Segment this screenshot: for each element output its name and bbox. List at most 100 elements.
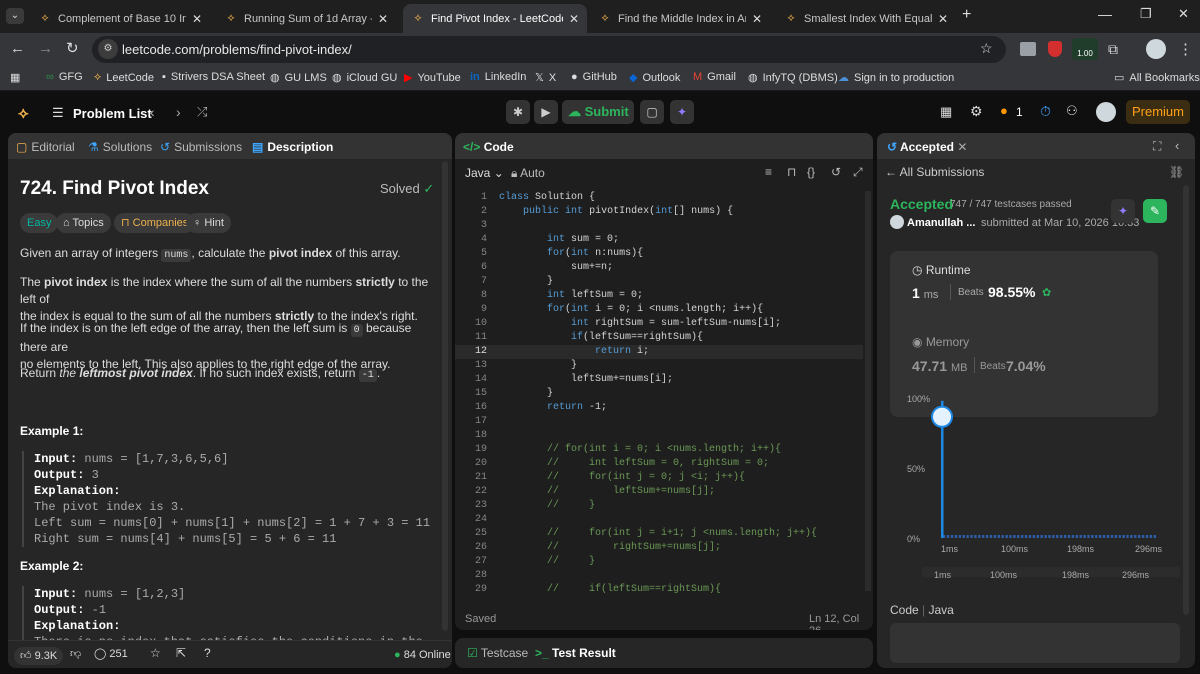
code-line[interactable]: 4 int sum = 0; bbox=[455, 233, 863, 247]
auto-mode[interactable]: 🔒︎ Auto bbox=[511, 166, 545, 181]
submitted-code-preview[interactable] bbox=[890, 623, 1180, 663]
braces-icon[interactable]: {} bbox=[807, 165, 815, 179]
collapse-icon[interactable]: ‹ bbox=[1175, 138, 1179, 153]
tab-submissions[interactable]: ↺ Submissions bbox=[160, 140, 242, 154]
settings-gear-icon[interactable]: ⚙ bbox=[970, 103, 983, 120]
code-line[interactable]: 23 // } bbox=[455, 499, 863, 513]
all-submissions-link[interactable]: ← All Submissions bbox=[885, 165, 984, 179]
next-problem-icon[interactable]: › bbox=[176, 104, 181, 120]
tab-solutions[interactable]: ⚗ Solutions bbox=[88, 140, 152, 154]
bookmark-leetcode[interactable]: ⟡ LeetCode bbox=[94, 71, 154, 84]
code-line[interactable]: 28 bbox=[455, 569, 863, 583]
companies-tag[interactable]: ⊓ Companies bbox=[114, 213, 196, 233]
code-line[interactable]: 8 int leftSum = 0; bbox=[455, 289, 863, 303]
code-line[interactable]: 3 bbox=[455, 219, 863, 233]
bookmark-gfg[interactable]: ∞ GFG bbox=[46, 71, 83, 83]
restore-icon[interactable]: ❐ bbox=[1140, 6, 1152, 22]
browser-tab[interactable]: ⟡ Complement of Base 10 Intege ✕ bbox=[30, 4, 210, 33]
minimize-icon[interactable]: — bbox=[1098, 6, 1112, 22]
menu-kebab-icon[interactable]: ⋮ bbox=[1178, 40, 1193, 58]
bookmark-infytq[interactable]: ◍ InfyTQ (DBMS) bbox=[748, 71, 838, 85]
address-bar[interactable]: ⚙ leetcode.com/problems/find-pivot-index… bbox=[92, 36, 1006, 63]
link-icon[interactable]: ⛓ bbox=[1169, 165, 1184, 179]
problem-list-link[interactable]: Problem List bbox=[73, 106, 152, 121]
format-icon[interactable]: ≡ bbox=[765, 165, 772, 179]
run-icon[interactable]: ▶ bbox=[534, 100, 558, 124]
code-line[interactable]: 20 // int leftSum = 0, rightSum = 0; bbox=[455, 457, 863, 471]
code-line[interactable]: 27 // } bbox=[455, 555, 863, 569]
code-line[interactable]: 19 // for(int i = 0; i <nums.length; i++… bbox=[455, 443, 863, 457]
editor-scrollbar[interactable] bbox=[865, 191, 871, 591]
tab-code[interactable]: </> Code bbox=[463, 140, 514, 154]
code-line[interactable]: 29 // if(leftSum==rightSum){ bbox=[455, 583, 863, 597]
bookmark-strivers[interactable]: ▪ Strivers DSA Sheet bbox=[162, 71, 265, 83]
url-text[interactable]: leetcode.com/problems/find-pivot-index/ bbox=[122, 42, 352, 57]
close-tab-icon[interactable]: ✕ bbox=[378, 12, 388, 26]
hint-tag[interactable]: ♀ Hint bbox=[186, 213, 231, 233]
code-line[interactable]: 25 // for(int j = i+1; j <nums.length; j… bbox=[455, 527, 863, 541]
code-line[interactable]: 15 } bbox=[455, 387, 863, 401]
notes-icon[interactable]: ▢ bbox=[640, 100, 664, 124]
premium-button[interactable]: Premium bbox=[1126, 100, 1190, 124]
streak-flame-icon[interactable]: ● bbox=[1000, 103, 1008, 118]
code-line[interactable]: 5 for(int n:nums){ bbox=[455, 247, 863, 261]
reload-icon[interactable]: ↻ bbox=[66, 39, 79, 57]
memory-label[interactable]: ◉ Memory bbox=[912, 335, 969, 349]
debug-icon[interactable]: ✱ bbox=[506, 100, 530, 124]
bookmark-x[interactable]: 𝕏X bbox=[535, 71, 556, 85]
profile-avatar[interactable] bbox=[1146, 39, 1166, 59]
tab-editorial[interactable]: ▢ Editorial bbox=[16, 140, 75, 154]
extension-icon[interactable] bbox=[1020, 42, 1036, 56]
bookmark-github[interactable]: ● GitHub bbox=[571, 71, 617, 83]
browser-tab-active[interactable]: ⟡ Find Pivot Index - LeetCode ✕ bbox=[403, 4, 587, 33]
code-line[interactable]: 7 } bbox=[455, 275, 863, 289]
browser-tab[interactable]: ⟡ Find the Middle Index in Array ✕ bbox=[590, 4, 770, 33]
bookmark-outlook[interactable]: ◆ Outlook bbox=[629, 71, 680, 85]
code-editor[interactable]: 1 class Solution {2 public int pivotIndex… bbox=[455, 191, 873, 601]
code-line[interactable]: 14 leftSum+=nums[i]; bbox=[455, 373, 863, 387]
code-line[interactable]: 1 class Solution { bbox=[455, 191, 863, 205]
bookmark-gu-lms[interactable]: ◍ GU LMS bbox=[270, 71, 327, 85]
tab-test-result[interactable]: >_ Test Result bbox=[535, 646, 616, 660]
code-line[interactable]: 16 return -1; bbox=[455, 401, 863, 415]
user-avatar[interactable] bbox=[1096, 102, 1116, 122]
close-tab-icon[interactable]: ✕ bbox=[752, 12, 762, 26]
code-line[interactable]: 21 // for(int j = 0; j <i; j++){ bbox=[455, 471, 863, 485]
close-tab-icon[interactable]: ✕ bbox=[957, 140, 967, 154]
description-scrollbar[interactable] bbox=[442, 161, 448, 631]
topics-tag[interactable]: ⌂ Topics bbox=[56, 213, 111, 233]
dislike-icon[interactable]: 👎︎ bbox=[70, 647, 81, 660]
submitter-name[interactable]: Amanullah ... bbox=[907, 217, 975, 229]
new-tab-icon[interactable]: + bbox=[962, 6, 971, 24]
bookmark-sign-in[interactable]: ☁ Sign in to production bbox=[838, 71, 954, 85]
code-line[interactable]: 2 public int pivotIndex(int[] nums) { bbox=[455, 205, 863, 219]
zoom-extension-badge[interactable]: 1.00 bbox=[1072, 38, 1098, 60]
like-button[interactable]: 👍︎ 9.3K bbox=[14, 647, 64, 665]
code-line[interactable]: 9 for(int i = 0; i <nums.length; i++){ bbox=[455, 303, 863, 317]
share-icon[interactable]: ⇱ bbox=[176, 646, 186, 660]
code-line[interactable]: 11 if(leftSum==rightSum){ bbox=[455, 331, 863, 345]
back-icon[interactable]: ← bbox=[10, 40, 25, 57]
add-friend-icon[interactable]: ⚇ bbox=[1066, 103, 1078, 119]
code-line[interactable]: 22 // leftSum+=nums[j]; bbox=[455, 485, 863, 499]
bookmark-icon[interactable]: ⊓ bbox=[787, 165, 796, 179]
code-line[interactable]: 6 sum+=n; bbox=[455, 261, 863, 275]
edit-icon[interactable]: ✎ bbox=[1143, 199, 1167, 223]
apps-icon[interactable]: ▦ bbox=[10, 71, 25, 84]
problem-title[interactable]: 724. Find Pivot Index bbox=[20, 178, 209, 200]
bookmark-icloud[interactable]: ◍ iCloud GU bbox=[332, 71, 397, 85]
extensions-puzzle-icon[interactable]: ⧉ bbox=[1108, 41, 1118, 58]
all-bookmarks[interactable]: ▭ All Bookmarks bbox=[1114, 71, 1200, 85]
shuffle-icon[interactable]: ⤮ bbox=[197, 104, 207, 120]
prev-problem-icon[interactable]: ‹ bbox=[150, 104, 155, 120]
bookmark-star-icon[interactable]: ☆ bbox=[980, 40, 993, 57]
code-line[interactable]: 10 int rightSum = sum-leftSum-nums[i]; bbox=[455, 317, 863, 331]
tab-search-icon[interactable]: ⌄ bbox=[6, 8, 24, 24]
layout-icon[interactable]: ▦ bbox=[940, 104, 952, 120]
favorite-star-icon[interactable]: ☆ bbox=[150, 646, 161, 660]
comments-button[interactable]: ◯ 251 bbox=[94, 647, 128, 660]
bookmark-gmail[interactable]: M Gmail bbox=[693, 71, 736, 83]
help-icon[interactable]: ? bbox=[204, 646, 211, 660]
bookmark-youtube[interactable]: ▶ YouTube bbox=[404, 71, 461, 85]
close-tab-icon[interactable]: ✕ bbox=[938, 12, 948, 26]
